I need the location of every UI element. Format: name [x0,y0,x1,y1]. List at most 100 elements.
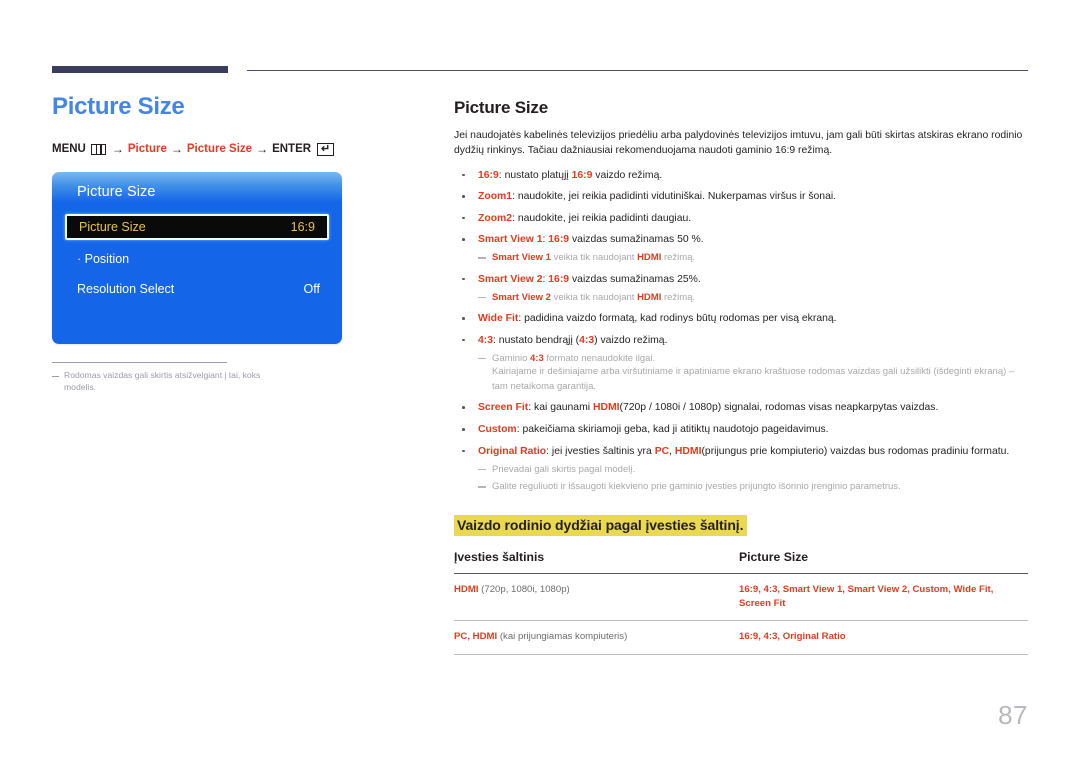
osd-row-picture-size-value: 16:9 [290,220,315,235]
intro-paragraph: Jei naudojatės kabelinės televizijos pri… [454,130,1023,157]
path-arrow-2: → [170,142,183,157]
note-save-settings: Galite reguliuoti ir išsaugoti kiekvieno… [478,480,1028,494]
option-inline-smart-view-1: 16:9 [548,234,570,246]
option-term-16-9: 16:9 [478,169,499,181]
note-4-3-text-a: Gaminio [492,352,531,364]
enter-label: ENTER [272,143,312,156]
option-text-4-3-a: : nustato bendrąjį ( [493,334,580,346]
option-term-zoom2: Zoom2 [478,212,513,224]
option-mid-original-ratio: : jei įvesties šaltinis yra [546,445,655,457]
list-item-custom: Custom: pakeičiama skiriamoji geba, kad … [454,422,1028,437]
list-item-wide-fit: Wide Fit: padidina vaizdo formatą, kad r… [454,311,1028,326]
osd-menu-screenshot: Picture Size Picture Size 16:9 · Positio… [52,172,342,345]
option-inline-16-9: 16:9 [571,169,593,181]
enter-key-icon: ↵ [317,142,335,156]
list-item-screen-fit: Screen Fit: kai gaunami HDMI(720p / 1080… [454,400,1028,415]
header-thin-rule [247,70,1028,72]
option-term-4-3: 4:3 [478,334,494,346]
note-ports-vary: Prievadai gali skirtis pagal modelį. [478,463,1028,477]
table-row: PC, HDMI (kai prijungiamas kompiuteris) … [454,620,1028,655]
left-footnote-block: Rodomas vaizdas gali skirtis atsižvelgia… [52,362,284,393]
left-page-title: Picture Size [52,93,185,120]
list-item-smart-view-1: Smart View 1: 16:9 vaizdas sumažinamas 5… [454,232,1028,265]
note-4-3-text-b: formato nenaudokite ilgai. [543,352,656,364]
option-term-hdmi-screen-fit: HDMI [592,402,620,414]
menu-navigation-path: MENU → Picture → Picture Size → ENTER ↵ [52,142,412,156]
note-term-smart-view-1: Smart View 1 [492,252,551,264]
option-inline-smart-view-2: 16:9 [548,273,570,285]
option-text-screen-fit: (720p / 1080i / 1080p) signalai, rodomas… [619,402,939,414]
list-item-zoom1: Zoom1: naudokite, jei reikia padidinti v… [454,189,1028,204]
option-term-wide-fit: Wide Fit [478,312,519,324]
osd-row-resolution-select-value: Off [303,282,320,297]
list-item-4-3: 4:3: nustato bendrąjį (4:3) vaizdo režim… [454,333,1028,394]
option-text-16-9-a: : nustato platųjį [498,169,572,181]
note-term-smart-view-2: Smart View 2 [492,291,551,303]
path-arrow-3: → [256,142,269,157]
option-text-smart-view-1: vaizdas sumažinamas 50 %. [569,234,704,246]
list-item-smart-view-2: Smart View 2: 16:9 vaizdas sumažinamas 2… [454,272,1028,305]
note-4-3-warranty: Kairiajame ir dešiniajame arba viršutini… [492,366,1015,392]
osd-row-resolution-select[interactable]: Resolution Select Off [77,282,320,296]
note-smart-view-2: Smart View 2 veikia tik naudojant HDMI r… [478,291,1028,305]
source-note-pc-hdmi: (kai prijungiamas kompiuteris) [497,631,628,643]
note-mid-smart-view-1: veikia tik naudojant [550,252,638,264]
osd-row-position[interactable]: · Position [77,252,320,266]
option-text-4-3-b: ) vaizdo režimą. [594,334,668,346]
source-name-hdmi: HDMI [454,583,479,595]
table-cell-source-pc-hdmi: PC, HDMI (kai prijungiamas kompiuteris) [454,620,739,655]
path-item-picture-size: Picture Size [186,143,253,156]
left-footnote: Rodomas vaizdas gali skirtis atsižvelgia… [52,370,284,393]
option-term-smart-view-2: Smart View 2 [478,273,543,285]
note-mid-smart-view-2: veikia tik naudojant [550,291,638,303]
menu-label: MENU [52,143,86,156]
note-4-3-burn-in: Gaminio 4:3 formato nenaudokite ilgai. [478,352,1028,366]
left-column: Picture Size MENU → Picture → Picture Si… [52,93,412,394]
osd-row-picture-size[interactable]: Picture Size 16:9 [65,214,329,241]
source-name-pc-hdmi: PC, HDMI [454,631,498,643]
option-text-zoom1: : naudokite, jei reikia padidinti viduti… [512,191,837,203]
note-4-3-inline: 4:3 [530,352,544,364]
table-header-picture-size: Picture Size [739,549,1028,574]
note-term-hdmi-2: HDMI [637,291,662,303]
list-item-zoom2: Zoom2: naudokite, jei reikia padidinti d… [454,211,1028,226]
list-item-original-ratio: Original Ratio: jei įvesties šaltinis yr… [454,444,1028,495]
header-thick-rule [52,66,228,73]
osd-row-picture-size-label: Picture Size [79,220,146,235]
option-term-original-ratio: Original Ratio [478,445,547,457]
option-term-zoom1: Zoom1 [478,191,513,203]
page-number: 87 [998,700,1028,730]
path-item-picture: Picture [127,143,167,156]
page-header-rules [0,66,1080,78]
table-header-input-source: Įvesties šaltinis [454,549,739,574]
option-term-pc: PC [654,445,670,457]
list-item-16-9: 16:9: nustato platųjį 16:9 vaizdo režimą… [454,168,1028,183]
osd-row-resolution-select-label: Resolution Select [77,282,175,297]
menu-bars-icon [90,143,106,155]
option-mid-screen-fit: : kai gaunami [528,402,593,414]
left-footnote-text: Rodomas vaizdas gali skirtis atsižvelgia… [64,370,261,392]
left-footnote-rule [52,362,227,364]
picture-size-options-list: 16:9: nustato platųjį 16:9 vaizdo režimą… [454,168,1028,495]
note-end-smart-view-2: režimą. [661,291,696,303]
option-text-wide-fit: : padidina vaizdo formatą, kad rodinys b… [518,312,837,324]
option-text-smart-view-2: vaizdas sumažinamas 25%. [569,273,701,285]
note-end-smart-view-1: režimą. [661,252,696,264]
osd-row-position-label: · Position [77,252,130,267]
path-arrow-1: → [111,142,124,157]
option-text-custom: : pakeičiama skiriamoji geba, kad ji ati… [516,423,829,435]
option-term-hdmi-original-ratio: HDMI [674,445,702,457]
table-row: HDMI (720p, 1080i, 1080p) 16:9, 4:3, Sma… [454,573,1028,622]
section-heading-highlighted: Vaizdo rodinio dydžiai pagal įvesties ša… [454,514,748,536]
osd-title: Picture Size [77,184,156,201]
input-source-picture-size-table: Įvesties šaltinis Picture Size HDMI (720… [454,549,1028,655]
right-column: Picture Size Jei naudojatės kabelinės te… [454,98,1028,655]
option-term-smart-view-1: Smart View 1 [478,234,543,246]
option-text-zoom2: : naudokite, jei reikia padidinti daugia… [512,212,692,224]
option-term-screen-fit: Screen Fit [478,402,529,414]
note-term-hdmi-1: HDMI [637,252,662,264]
table-header-row: Įvesties šaltinis Picture Size [454,549,1028,574]
option-text-original-ratio: (prijungus prie kompiuterio) vaizdas bus… [701,445,1010,457]
option-term-custom: Custom [478,423,517,435]
table-cell-sizes-hdmi: 16:9, 4:3, Smart View 1, Smart View 2, C… [739,573,1028,622]
